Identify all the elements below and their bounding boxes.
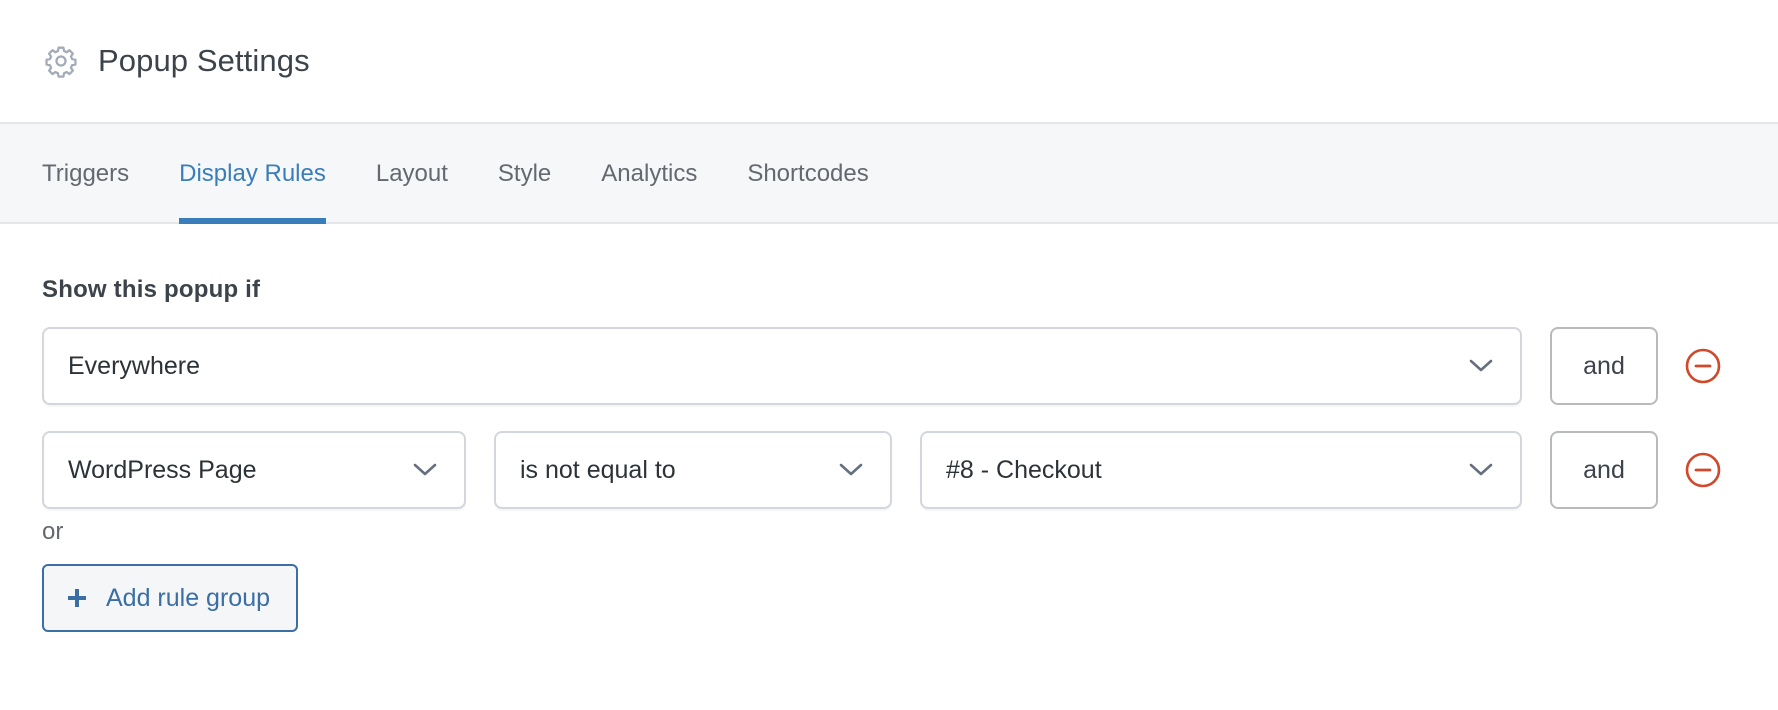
plus-icon <box>66 587 88 609</box>
or-separator: or <box>42 518 64 545</box>
rule-type-select-value: WordPress Page <box>68 455 257 484</box>
tab-shortcodes[interactable]: Shortcodes <box>747 124 868 222</box>
tab-triggers[interactable]: Triggers <box>42 124 129 222</box>
rule-row: WordPress Page is not equal to #8 - Chec… <box>42 430 1778 510</box>
tab-display-rules[interactable]: Display Rules <box>179 124 326 224</box>
tab-layout[interactable]: Layout <box>376 124 448 222</box>
page-header: Popup Settings <box>0 0 1778 122</box>
gear-icon <box>44 44 78 78</box>
operator-select-value: is not equal to <box>520 455 676 484</box>
rule-type-select[interactable]: WordPress Page <box>42 431 466 509</box>
add-rule-group-label: Add rule group <box>106 583 271 612</box>
chevron-down-icon <box>838 462 864 478</box>
settings-tabs: Triggers Display Rules Layout Style Anal… <box>0 122 1778 224</box>
page-title: Popup Settings <box>98 43 310 78</box>
tab-style[interactable]: Style <box>498 124 551 222</box>
operator-select[interactable]: is not equal to <box>494 431 892 509</box>
chevron-down-icon <box>1468 462 1494 478</box>
and-button[interactable]: and <box>1550 431 1658 509</box>
location-select-value: Everywhere <box>68 351 200 380</box>
minus-circle-icon[interactable] <box>1684 451 1722 489</box>
location-select[interactable]: Everywhere <box>42 327 1522 405</box>
chevron-down-icon <box>412 462 438 478</box>
add-rule-group-button[interactable]: Add rule group <box>42 564 299 632</box>
rule-row: Everywhere and <box>42 326 1778 406</box>
minus-circle-icon[interactable] <box>1684 347 1722 385</box>
tab-analytics[interactable]: Analytics <box>601 124 697 222</box>
chevron-down-icon <box>1468 358 1494 374</box>
and-button[interactable]: and <box>1550 327 1658 405</box>
display-rules-panel: Show this popup if Everywhere and WordPr… <box>0 224 1778 632</box>
value-select-value: #8 - Checkout <box>946 455 1102 484</box>
rules-heading: Show this popup if <box>42 276 261 303</box>
value-select[interactable]: #8 - Checkout <box>920 431 1522 509</box>
